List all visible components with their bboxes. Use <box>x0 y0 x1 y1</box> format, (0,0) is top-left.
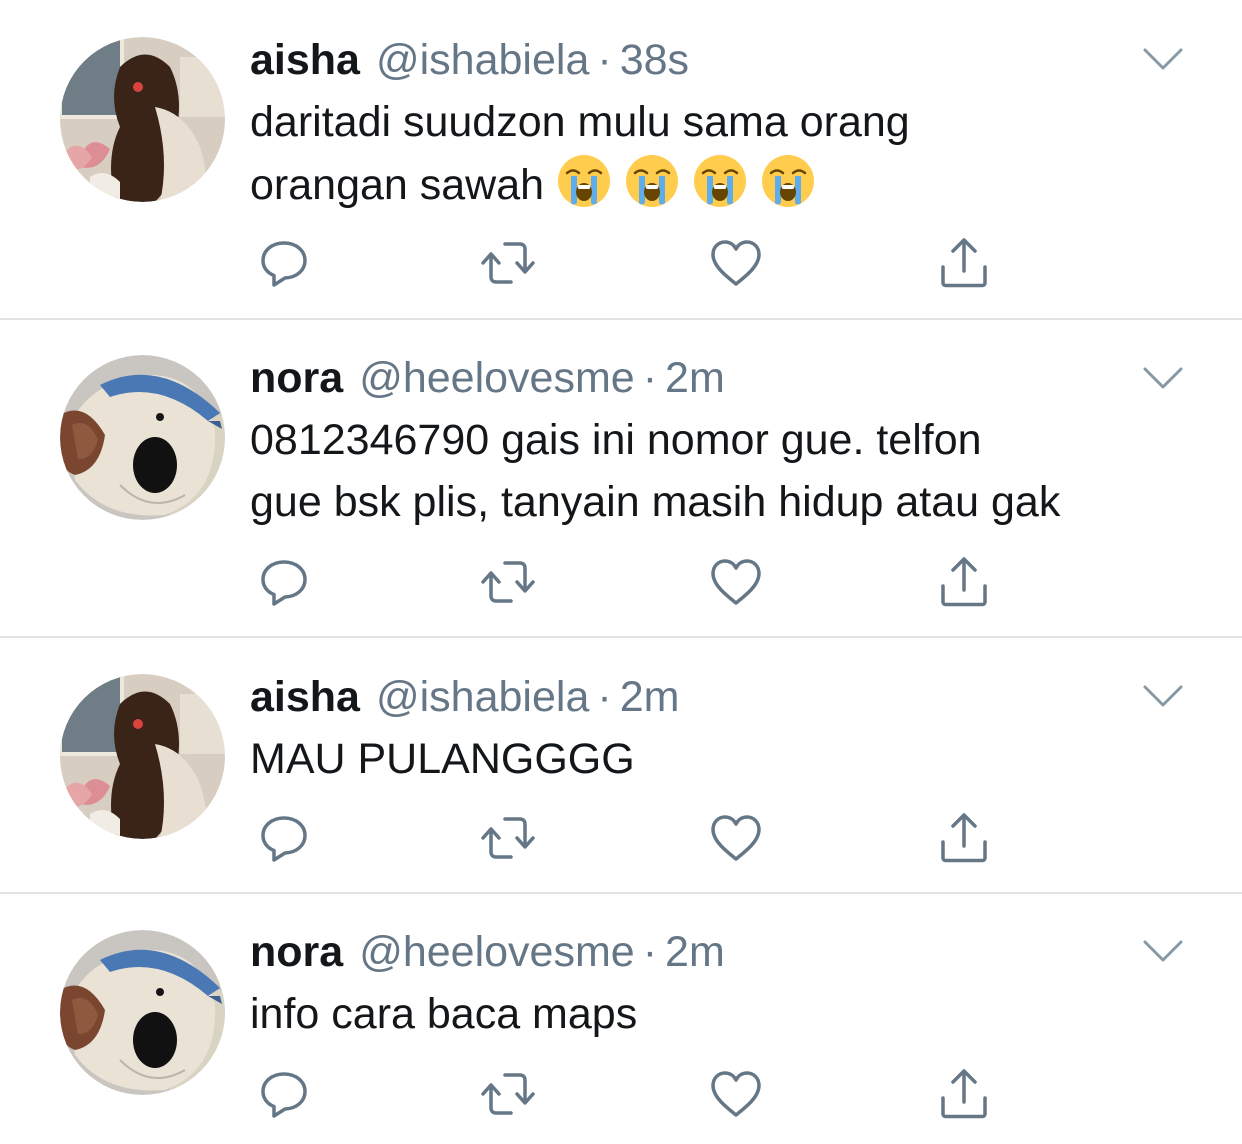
loudly-crying-face-icon <box>760 153 816 209</box>
retweet-button[interactable] <box>478 233 538 293</box>
reply-icon <box>254 808 314 868</box>
reply-icon <box>254 233 314 293</box>
retweet-icon <box>478 808 538 868</box>
tweet-actions <box>250 1064 1010 1124</box>
share-icon <box>934 233 994 293</box>
share-button[interactable] <box>934 552 994 612</box>
tweet-text: MAU PULANGGGG <box>250 728 1210 790</box>
chevron-down-icon[interactable] <box>1142 44 1184 74</box>
timestamp[interactable]: 2m <box>620 673 680 721</box>
tweet-text-line: MAU PULANGGGG <box>250 735 635 783</box>
avatar[interactable] <box>60 674 225 839</box>
avatar[interactable] <box>60 930 225 1095</box>
separator-dot: · <box>642 354 658 402</box>
display-name[interactable]: aisha <box>250 673 360 721</box>
tweet-text-line: info cara baca maps <box>250 990 638 1038</box>
reply-button[interactable] <box>254 1064 314 1124</box>
tweet-actions <box>250 552 1010 612</box>
timestamp[interactable]: 38s <box>620 36 689 84</box>
like-button[interactable] <box>706 233 766 293</box>
tweet-2[interactable]: nora @heelovesme · 2m 0812346790 gais ini n… <box>0 320 1242 636</box>
loudly-crying-face-icon <box>692 153 748 209</box>
share-button[interactable] <box>934 1064 994 1124</box>
share-button[interactable] <box>934 233 994 293</box>
tweet-text-line: gue bsk plis, tanyain masih hidup atau g… <box>250 478 1061 526</box>
heart-icon <box>706 552 766 612</box>
display-name[interactable]: nora <box>250 928 343 976</box>
timestamp[interactable]: 2m <box>665 354 725 402</box>
retweet-icon <box>478 552 538 612</box>
tweet-1[interactable]: aisha @ishabiela · 38s daritadi suudzon mul… <box>0 0 1242 318</box>
heart-icon <box>706 233 766 293</box>
tweet-header: nora @heelovesme · 2m <box>250 353 725 403</box>
chevron-down-icon[interactable] <box>1142 681 1184 711</box>
reply-button[interactable] <box>254 808 314 868</box>
reply-button[interactable] <box>254 233 314 293</box>
tweet-text: info cara baca maps <box>250 983 1210 1045</box>
handle[interactable]: @ishabiela <box>376 36 589 84</box>
handle[interactable]: @heelovesme <box>359 928 635 976</box>
avatar[interactable] <box>60 355 225 520</box>
tweet-text-line-2: orangan sawah <box>250 161 545 209</box>
tweet-actions <box>250 808 1010 868</box>
loudly-crying-face-icon <box>556 153 612 209</box>
share-icon <box>934 552 994 612</box>
reply-icon <box>254 1064 314 1124</box>
avatar[interactable] <box>60 37 225 202</box>
tweet-text: 0812346790 gais ini nomor gue. telfon gu… <box>250 409 1210 533</box>
heart-icon <box>706 1064 766 1124</box>
like-button[interactable] <box>706 552 766 612</box>
tweet-header: nora @heelovesme · 2m <box>250 927 725 977</box>
chevron-down-icon[interactable] <box>1142 363 1184 393</box>
tweet-text: daritadi suudzon mulu sama orang orangan… <box>250 91 1210 216</box>
timestamp[interactable]: 2m <box>665 928 725 976</box>
retweet-button[interactable] <box>478 1064 538 1124</box>
tweet-actions <box>250 233 1010 293</box>
tweet-text-line: orangan sawah <box>250 153 1210 216</box>
loudly-crying-face-icon <box>624 153 680 209</box>
like-button[interactable] <box>706 808 766 868</box>
like-button[interactable] <box>706 1064 766 1124</box>
retweet-button[interactable] <box>478 808 538 868</box>
share-icon <box>934 808 994 868</box>
chevron-down-icon[interactable] <box>1142 936 1184 966</box>
tweet-text-line: 0812346790 gais ini nomor gue. telfon <box>250 416 982 464</box>
tweet-4[interactable]: nora @heelovesme · 2m info cara baca maps <box>0 894 1242 1144</box>
retweet-button[interactable] <box>478 552 538 612</box>
retweet-icon <box>478 1064 538 1124</box>
retweet-icon <box>478 233 538 293</box>
tweet-header: aisha @ishabiela · 2m <box>250 672 679 722</box>
share-icon <box>934 1064 994 1124</box>
tweet-header: aisha @ishabiela · 38s <box>250 35 689 85</box>
handle[interactable]: @ishabiela <box>376 673 589 721</box>
separator-dot: · <box>597 36 612 84</box>
tweet-3[interactable]: aisha @ishabiela · 2m MAU PULANGGGG <box>0 638 1242 892</box>
tweet-text-line: daritadi suudzon mulu sama orang <box>250 98 910 146</box>
reply-button[interactable] <box>254 552 314 612</box>
share-button[interactable] <box>934 808 994 868</box>
reply-icon <box>254 552 314 612</box>
display-name[interactable]: aisha <box>250 36 360 84</box>
separator-dot: · <box>597 673 612 721</box>
heart-icon <box>706 808 766 868</box>
separator-dot: · <box>642 928 658 976</box>
handle[interactable]: @heelovesme <box>359 354 635 402</box>
display-name[interactable]: nora <box>250 354 343 402</box>
